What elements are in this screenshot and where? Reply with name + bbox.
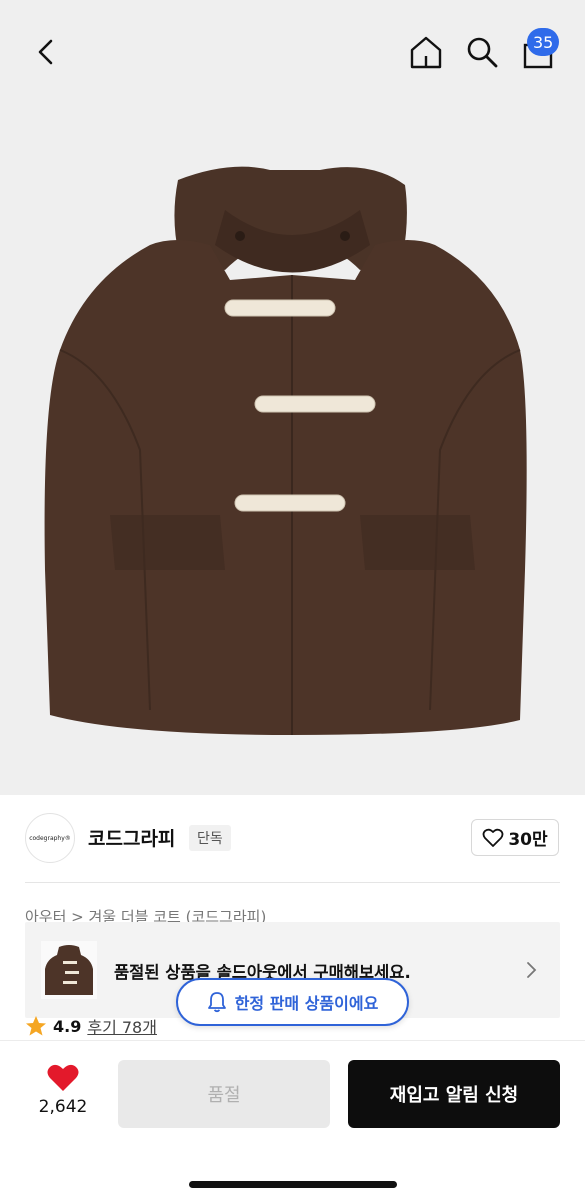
home-icon[interactable] bbox=[404, 30, 448, 74]
product-image-area[interactable]: 35 bbox=[0, 0, 585, 795]
soldout-button[interactable]: 품절 bbox=[118, 1060, 330, 1128]
search-icon[interactable] bbox=[460, 30, 504, 74]
limited-sale-notice-text: 한정 판매 상품이에요 bbox=[234, 994, 379, 1013]
restock-alert-button[interactable]: 재입고 알림 신청 bbox=[348, 1060, 560, 1128]
brand-logo[interactable]: codegraphy® bbox=[25, 813, 75, 863]
bottom-action-bar: 2,642 품절 재입고 알림 신청 bbox=[0, 1040, 585, 1200]
wishlist-button[interactable]: 2,642 bbox=[30, 1063, 96, 1133]
brand-row: codegraphy® 코드그라피 단독 30만 bbox=[0, 800, 585, 880]
review-count-link[interactable]: 후기 78개 bbox=[87, 1014, 157, 1038]
soldout-thumbnail bbox=[41, 941, 97, 999]
limited-sale-notice: 한정 판매 상품이에요 bbox=[176, 978, 409, 1026]
rating-score: 4.9 bbox=[53, 1016, 82, 1036]
back-chevron-icon[interactable] bbox=[24, 30, 68, 74]
star-icon bbox=[26, 1016, 46, 1036]
home-indicator bbox=[189, 1181, 397, 1188]
heart-outline-icon bbox=[482, 828, 504, 847]
brand-like-button[interactable]: 30만 bbox=[471, 819, 559, 856]
product-image bbox=[44, 166, 527, 735]
wishlist-count: 2,642 bbox=[38, 1097, 88, 1117]
divider bbox=[25, 882, 560, 883]
brand-name[interactable]: 코드그라피 bbox=[88, 824, 175, 851]
brand-like-count: 30만 bbox=[508, 830, 548, 850]
brand-logo-text: codegraphy® bbox=[29, 834, 71, 842]
cart-count-badge: 35 bbox=[527, 28, 560, 56]
bell-icon bbox=[207, 992, 226, 1013]
rating-row[interactable]: 4.9 후기 78개 bbox=[25, 1014, 157, 1038]
top-navigation-bar: 35 bbox=[0, 0, 585, 100]
heart-filled-icon bbox=[47, 1064, 79, 1091]
exclusive-badge: 단독 bbox=[189, 825, 231, 851]
chevron-right-icon bbox=[527, 962, 537, 978]
